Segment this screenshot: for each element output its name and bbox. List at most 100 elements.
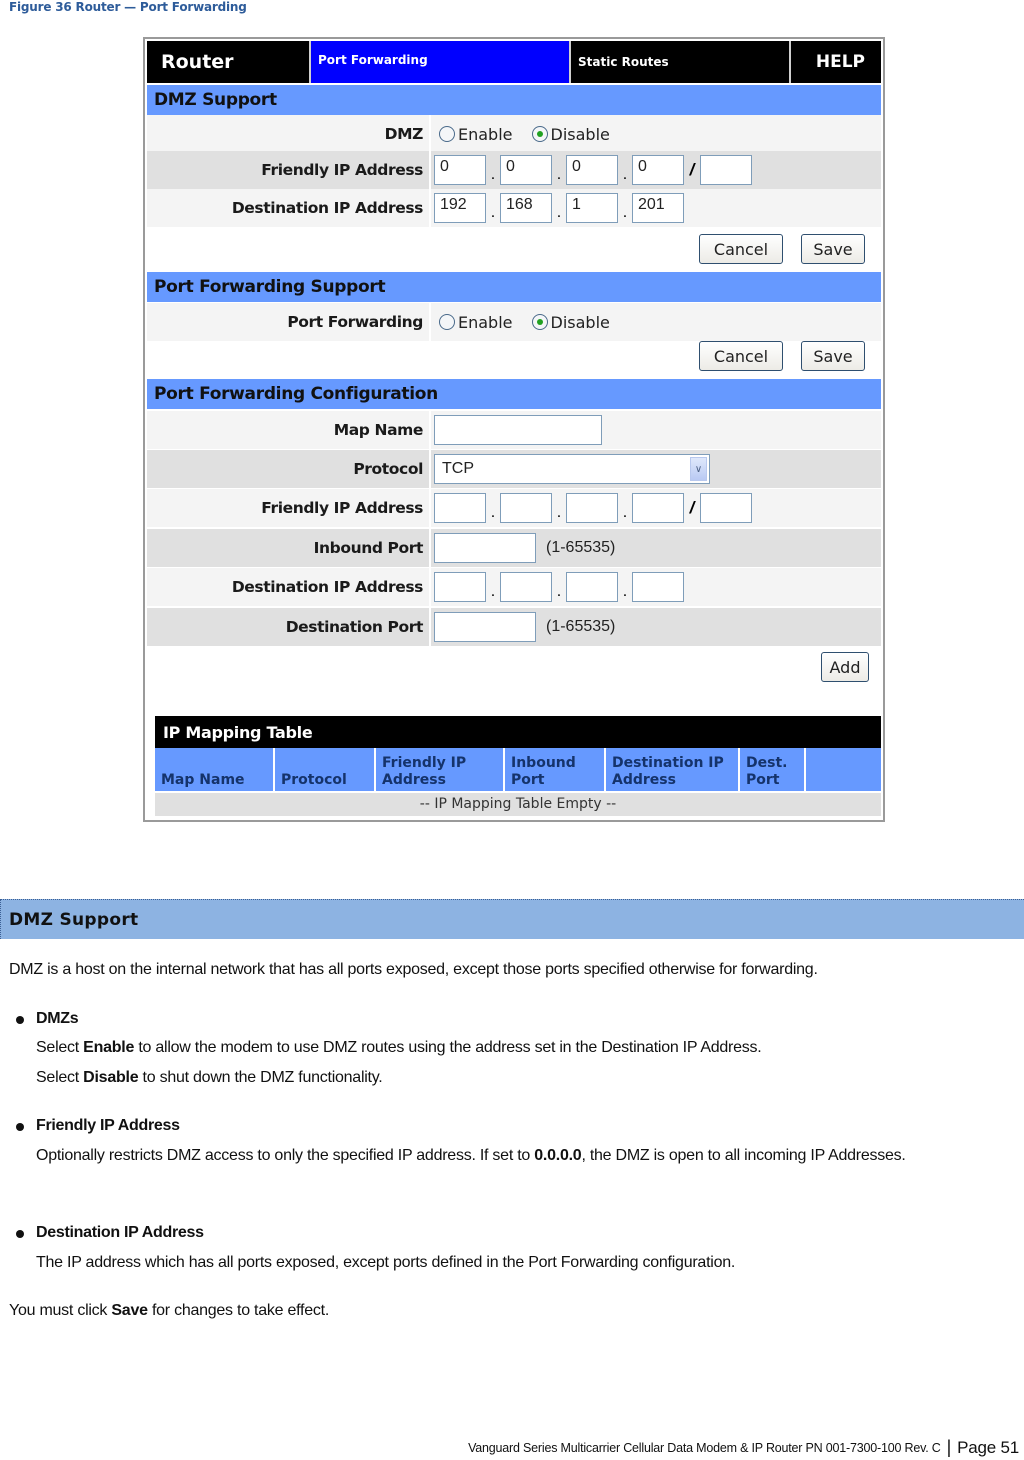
dmz-disable-radio[interactable] [531,126,548,142]
page-number: Page 51 [957,1437,1019,1457]
dmz-dest-ip-octet-4[interactable]: 201 [632,193,684,223]
protocol-value: TCP [442,460,474,477]
ip-dot: . [622,166,628,183]
pf-disable-radio[interactable] [531,314,548,330]
pf-cancel-button[interactable]: Cancel [699,341,783,371]
bullet-text-friendly-ip: Optionally restricts DMZ access to only … [36,1141,1016,1171]
col-actions [806,748,881,791]
mask-slash: / [689,498,695,517]
dmz-friendly-ip-mask[interactable] [700,155,752,185]
figure-caption: Figure 36 Router — Port Forwarding [9,0,247,14]
doc-section-heading: DMZ Support [0,899,1024,939]
bullet-icon [16,1230,24,1238]
dmz-friendly-ip-octet-4[interactable]: 0 [632,155,684,185]
ip-mapping-table-header: Map Name Protocol Friendly IP Address In… [155,748,881,791]
pf-friendly-ip-row: Friendly IP Address . . . / [147,489,881,527]
map-name-input[interactable] [434,415,602,445]
dmz-save-button[interactable]: Save [801,234,865,264]
mask-slash: / [689,160,695,179]
dmz-dest-ip-row: Destination IP Address 192 . 168 . 1 . 2… [147,189,881,227]
bullet-text-dmzs: Select Enable to allow the modem to use … [36,1033,1016,1093]
ip-dot: . [490,504,496,521]
ip-dot: . [556,504,562,521]
ip-mapping-table-empty: -- IP Mapping Table Empty -- [155,793,881,816]
bullet-icon [16,1016,24,1024]
bullet-icon [16,1123,24,1131]
dmz-friendly-ip-row: Friendly IP Address 0 . 0 . 0 . 0 / [147,151,881,189]
ip-dot: . [556,166,562,183]
dmz-enable-label[interactable]: Enable [458,125,513,144]
inbound-port-label: Inbound Port [147,529,431,567]
tab-port-forwarding[interactable]: Port Forwarding [311,41,571,83]
dest-port-input[interactable] [434,612,536,642]
dmz-dest-ip-octet-3[interactable]: 1 [566,193,618,223]
inbound-port-input[interactable] [434,533,536,563]
dmz-enable-radio[interactable] [439,126,455,142]
ip-dot: . [490,583,496,600]
inbound-port-range: (1-65535) [546,539,616,556]
pf-friendly-ip-octet-2[interactable] [500,493,552,523]
help-link[interactable]: HELP [791,41,881,83]
col-inbound-port: Inbound Port [505,748,606,791]
col-map-name: Map Name [155,748,275,791]
bullet-line: The IP address which has all ports expos… [36,1254,736,1271]
dmz-friendly-ip-octet-2[interactable]: 0 [500,155,552,185]
pf-dest-ip-octet-3[interactable] [566,572,618,602]
friendly-ip-label: Friendly IP Address [147,151,431,189]
add-button-row: Add [147,647,881,687]
protocol-label: Protocol [147,450,431,488]
col-protocol: Protocol [275,748,376,791]
ip-dot: . [490,166,496,183]
dest-port-range: (1-65535) [546,618,616,635]
protocol-select[interactable]: TCP ∨ [434,454,710,484]
dest-ip-label: Destination IP Address [147,189,431,227]
pf-config-header: Port Forwarding Configuration [147,379,881,409]
bullet-line: Optionally restricts DMZ access to only … [36,1147,906,1164]
pf-friendly-ip-mask[interactable] [700,493,752,523]
pf-dest-ip-octet-4[interactable] [632,572,684,602]
dmz-label: DMZ [147,115,431,153]
pf-dest-ip-octet-1[interactable] [434,572,486,602]
pf-friendly-ip-octet-4[interactable] [632,493,684,523]
chevron-down-icon[interactable]: ∨ [690,457,707,481]
ip-dot: . [622,204,628,221]
protocol-row: Protocol TCP ∨ [147,450,881,488]
dest-port-label: Destination Port [147,608,431,646]
dmz-disable-label[interactable]: Disable [551,125,610,144]
pf-dest-ip-octet-2[interactable] [500,572,552,602]
doc-closing: You must click Save for changes to take … [9,1302,330,1319]
pf-save-button[interactable]: Save [801,341,865,371]
dmz-friendly-ip-octet-1[interactable]: 0 [434,155,486,185]
bullet-title-dmzs: DMZs [36,1010,79,1027]
add-mapping-button[interactable]: Add [821,652,869,682]
col-dest-ip: Destination IP Address [606,748,740,791]
pf-enable-label[interactable]: Enable [458,313,513,332]
ip-dot: . [490,204,496,221]
ip-mapping-table-title: IP Mapping Table [155,716,881,748]
bullet-title-friendly-ip: Friendly IP Address [36,1117,180,1134]
pf-enable-radio[interactable] [439,314,455,330]
map-name-label: Map Name [147,411,431,449]
dmz-cancel-button[interactable]: Cancel [699,234,783,264]
dmz-button-row: Cancel Save [147,229,881,269]
ip-dot: . [622,583,628,600]
pf-dest-ip-label: Destination IP Address [147,568,431,606]
dest-port-row: Destination Port (1-65535) [147,608,881,646]
dmz-dest-ip-octet-2[interactable]: 168 [500,193,552,223]
dmz-friendly-ip-octet-3[interactable]: 0 [566,155,618,185]
bullet-line: Select Disable to shut down the DMZ func… [36,1069,383,1086]
dmz-dest-ip-octet-1[interactable]: 192 [434,193,486,223]
bullet-text-dest-ip: The IP address which has all ports expos… [36,1248,1016,1278]
nav-router-title: Router [147,41,311,83]
tab-static-routes[interactable]: Static Routes [571,41,791,83]
pf-button-row: Cancel Save [147,336,881,376]
pf-disable-label[interactable]: Disable [551,313,610,332]
dmz-row: DMZ Enable Disable [147,115,881,153]
router-nav-bar: Router Port Forwarding Static Routes HEL… [147,41,881,83]
footer-text: Vanguard Series Multicarrier Cellular Da… [468,1440,941,1455]
pf-friendly-ip-octet-1[interactable] [434,493,486,523]
page-footer: Vanguard Series Multicarrier Cellular Da… [468,1437,1019,1458]
pf-friendly-ip-octet-3[interactable] [566,493,618,523]
bullet-title-dest-ip: Destination IP Address [36,1224,204,1241]
map-name-row: Map Name [147,411,881,449]
